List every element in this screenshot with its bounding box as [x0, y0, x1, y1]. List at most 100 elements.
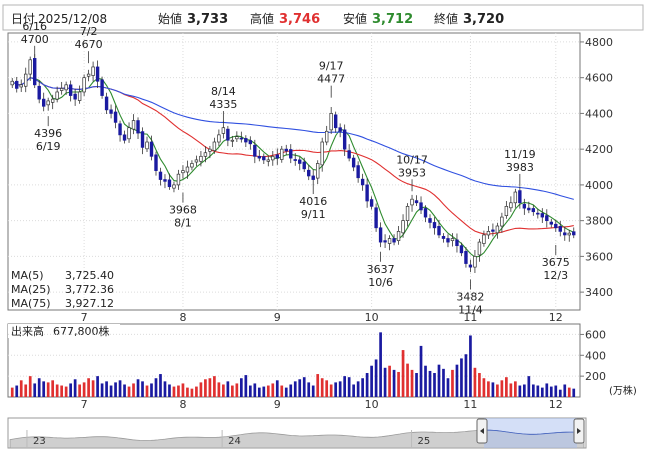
volume-bar	[109, 385, 113, 397]
volume-bar	[118, 380, 122, 397]
volume-bar	[226, 381, 230, 397]
candle-body	[194, 159, 199, 163]
volume-bar	[19, 380, 23, 397]
volume-bar	[406, 363, 409, 397]
candle-body	[212, 141, 217, 151]
candle-body	[275, 154, 279, 159]
navigator-year-label: 25	[418, 436, 431, 447]
volume-bar	[320, 378, 324, 397]
candle-body	[387, 238, 392, 244]
candle-body	[446, 238, 450, 243]
annotation-bottom-text: 4477	[317, 73, 345, 86]
candle-body	[369, 199, 374, 207]
volume-bar	[549, 386, 553, 397]
annotation-top-text: 7/2	[80, 25, 98, 38]
candle-body	[518, 190, 522, 204]
price-tick-label: 4800	[585, 36, 613, 49]
month-label: 9	[274, 311, 281, 324]
candle-body	[59, 88, 64, 91]
volume-bar	[356, 381, 360, 397]
candle-body	[405, 205, 410, 221]
navigator-year-label: 23	[33, 436, 46, 447]
volume-bar	[244, 375, 248, 397]
volume-bar	[37, 378, 41, 397]
volume-bar	[558, 389, 562, 397]
candle-body	[280, 148, 284, 160]
candle-body	[477, 241, 482, 256]
volume-bar	[545, 383, 549, 397]
volume-bar	[329, 384, 333, 397]
volume-bar	[123, 384, 126, 397]
volume-bar	[397, 371, 400, 397]
annotation-top-text: 3637	[367, 263, 395, 276]
candle-body	[356, 165, 360, 179]
annotation-bottom-text: 6/19	[36, 140, 61, 153]
volume-unit: (万株)	[609, 384, 637, 397]
candle-body	[262, 156, 266, 161]
volume-bar	[437, 364, 441, 397]
volume-bar	[365, 373, 369, 397]
volume-bar	[514, 381, 517, 397]
candle-body	[127, 127, 131, 140]
candle-body	[149, 141, 154, 157]
candle-body	[558, 226, 562, 232]
volume-bar	[181, 383, 185, 397]
volume-bar	[172, 386, 176, 397]
candle-body	[378, 227, 383, 243]
annotation-top-text: 6/16	[22, 20, 47, 33]
volume-tick-label: 600	[585, 328, 606, 341]
candle-body	[100, 79, 104, 96]
candle-body	[253, 144, 257, 157]
annotation-top-text: 10/17	[396, 153, 428, 166]
volume-bar	[536, 385, 540, 397]
volume-bar	[473, 367, 477, 397]
volume-bar	[87, 378, 90, 397]
candle-body	[486, 231, 491, 236]
candle-body	[360, 178, 365, 186]
price-tick-label: 3800	[585, 215, 613, 228]
volume-label: 出来高	[11, 324, 44, 338]
candle-body	[563, 232, 567, 236]
candle-body	[122, 134, 127, 141]
candle-body	[118, 123, 122, 136]
volume-bar	[338, 381, 342, 397]
candle-body	[333, 114, 338, 129]
volume-bar	[500, 380, 504, 397]
navigator-left-handle[interactable]	[476, 418, 488, 444]
ma25-label: MA(25)	[11, 283, 51, 296]
candle-body	[324, 130, 329, 143]
candle-body	[244, 138, 248, 143]
volume-bar	[509, 383, 513, 397]
candle-body	[383, 240, 387, 243]
candle-body	[540, 213, 545, 218]
annotation-bottom-text: 12/3	[543, 269, 568, 282]
volume-bar	[446, 378, 450, 397]
volume-bar	[469, 335, 472, 397]
candle-body	[181, 170, 185, 174]
volume-bar	[96, 376, 99, 397]
month-label: 11	[463, 311, 477, 324]
price-tick-label: 4600	[585, 72, 613, 85]
volume-bar	[204, 379, 207, 397]
volume-bar	[64, 386, 68, 397]
volume-bar	[289, 384, 293, 397]
volume-bar	[451, 369, 454, 397]
navigator-right-handle[interactable]	[573, 418, 585, 444]
annotation-top-text: 4396	[34, 127, 62, 140]
volume-bar	[527, 376, 531, 397]
volume-bar	[42, 381, 46, 397]
candle-body	[55, 91, 59, 100]
volume-bar	[163, 381, 167, 397]
candle-body	[302, 161, 306, 170]
ma5-value: 3,725.40	[65, 269, 114, 282]
candle-body	[284, 148, 288, 152]
volume-bar	[280, 385, 284, 397]
candle-body	[24, 73, 28, 87]
candle-body	[190, 163, 194, 168]
navigator-selection[interactable]	[484, 418, 577, 448]
candle-body	[491, 229, 495, 232]
candle-body	[271, 155, 275, 161]
volume-bar	[55, 384, 59, 397]
candle-body	[549, 221, 553, 225]
candle-body	[307, 169, 311, 177]
